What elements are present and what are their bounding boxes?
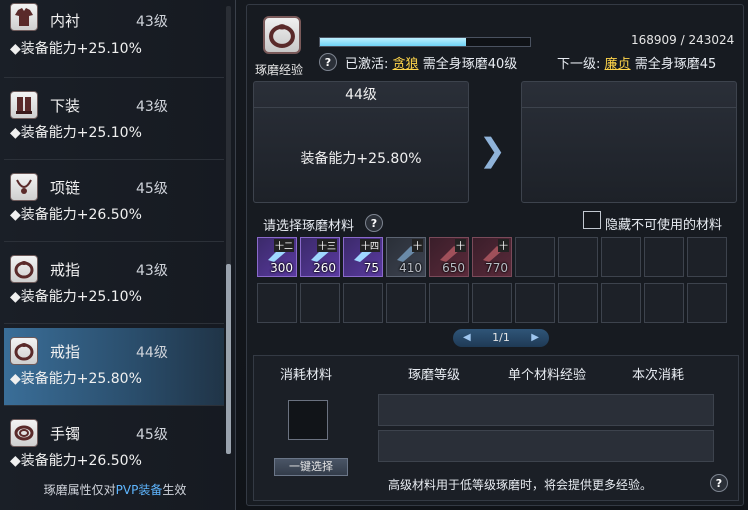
hide-unusable-label: 隐藏不可使用的材料 [605,218,723,233]
equipment-item-ring-1[interactable]: 戒指 43级 ◆装备能力+25.10% [4,246,224,324]
material-pager: ◀ 1/1 ▶ [453,329,549,347]
list-scroll-thumb[interactable] [226,264,231,454]
page-next-icon[interactable]: ▶ [531,329,539,347]
bracelet-icon [10,419,38,447]
consume-slot[interactable] [288,400,328,440]
consume-hint: 高级材料用于低等级琢磨时，将会提供更多经验。 [388,478,653,492]
material-slot-empty[interactable] [515,237,555,277]
material-slot[interactable]: 十三 260 [300,237,340,277]
equipment-name: 戒指 [50,343,81,361]
polish-window: 内衬 43级 ◆装备能力+25.10% 下装 43级 ◆装备能力+25.10% … [0,0,748,510]
help-icon[interactable]: ? [365,214,383,232]
consume-panel: 消耗材料 琢磨等级 单个材料经验 本次消耗 一键选择 高级材料用于低等级琢磨时，… [253,355,739,501]
material-slot[interactable]: 十二 300 [257,237,297,277]
page-prev-icon[interactable]: ◀ [463,329,471,347]
equipment-item-necklace[interactable]: 项链 45级 ◆装备能力+26.50% [4,164,224,242]
material-slot-empty[interactable] [472,283,512,323]
equipment-stat: ◆装备能力+25.80% [10,371,142,387]
material-slot-empty[interactable] [601,237,641,277]
consume-col-material: 消耗材料 [280,368,333,383]
equipment-level: 45级 [136,427,168,443]
next-level-card [521,81,737,203]
equipment-level: 45级 [136,181,168,197]
ring-icon [10,255,38,283]
equipment-name: 内衬 [50,12,81,30]
help-icon[interactable]: ? [710,474,728,492]
material-slot-empty[interactable] [558,283,598,323]
equipment-name: 下装 [50,97,81,115]
equipment-level: 43级 [136,14,168,30]
equipment-name: 手镯 [50,425,81,443]
one-key-select-button[interactable]: 一键选择 [274,458,348,476]
equipment-stat: ◆装备能力+25.10% [10,289,142,305]
equipment-item-pants[interactable]: 下装 43级 ◆装备能力+25.10% [4,82,224,160]
equipment-item-bracelet[interactable]: 手镯 45级 ◆装备能力+26.50% [4,410,224,488]
equipment-name: 戒指 [50,261,81,279]
material-slot[interactable]: 十 650 [429,237,469,277]
current-level-card: 44级 装备能力+25.80% [253,81,469,203]
material-slot-empty[interactable] [257,283,297,323]
pvp-note: 琢磨属性仅对PVP装备生效 [43,483,187,497]
material-slot-empty[interactable] [429,283,469,323]
current-level: 44级 [254,82,468,108]
activated-link[interactable]: 贪狼 [393,57,419,72]
consume-col-exp: 单个材料经验 [508,368,587,383]
ring-icon [10,337,38,365]
ring-icon [263,16,301,54]
equipment-list: 内衬 43级 ◆装备能力+25.10% 下装 43级 ◆装备能力+25.10% … [0,0,236,510]
equipment-stat: ◆装备能力+25.10% [10,41,142,57]
material-slot-empty[interactable] [601,283,641,323]
exp-value: 168909 / 243024 [631,33,735,47]
equipment-stat: ◆装备能力+25.10% [10,125,142,141]
material-slot-empty[interactable] [515,283,555,323]
exp-bar [319,37,531,47]
next-level-info: 下一级: 廉贞 需全身琢磨45 [557,57,717,72]
material-slot-empty[interactable] [386,283,426,323]
next-level-head [522,82,736,108]
help-icon[interactable]: ? [319,53,337,71]
consume-row [378,430,714,462]
material-slot-empty[interactable] [687,283,727,323]
equipment-level: 43级 [136,99,168,115]
chevron-right-icon: ❯ [479,131,506,169]
equipment-stat: ◆装备能力+26.50% [10,207,142,223]
consume-col-level: 琢磨等级 [408,368,461,383]
boots-icon [10,91,38,119]
material-slot-empty[interactable] [558,237,598,277]
material-slot-empty[interactable] [343,283,383,323]
material-slot[interactable]: 十 410 [386,237,426,277]
material-slot[interactable]: 十四 75 [343,237,383,277]
material-label: 请选择琢磨材料 [263,219,355,234]
equipment-stat: ◆装备能力+26.50% [10,453,142,469]
material-slot-empty[interactable] [687,237,727,277]
hide-unusable-checkbox[interactable] [583,211,601,229]
activated-info: 已激活: 贪狼 需全身琢磨40级 [345,57,518,72]
polish-panel: 琢磨经验 168909 / 243024 ? 已激活: 贪狼 需全身琢磨40级 … [246,4,744,506]
consume-row [378,394,714,426]
equipment-item-shirt[interactable]: 内衬 43级 ◆装备能力+25.10% [4,0,224,78]
page-indicator: 1/1 [492,331,510,344]
equipment-item-ring-2[interactable]: 戒指 44级 ◆装备能力+25.80% [4,328,224,406]
equipment-level: 43级 [136,263,168,279]
consume-col-total: 本次消耗 [632,368,685,383]
current-stat: 装备能力+25.80% [300,151,422,167]
equipment-name: 项链 [50,179,81,197]
material-slot-empty[interactable] [644,283,684,323]
shirt-icon [10,3,38,31]
necklace-icon [10,173,38,201]
material-slot-empty[interactable] [644,237,684,277]
exp-caption: 琢磨经验 [255,63,304,77]
material-slot-empty[interactable] [300,283,340,323]
material-slot[interactable]: 十 770 [472,237,512,277]
equipment-level: 44级 [136,345,168,361]
exp-bar-fill [320,38,466,46]
next-level-link[interactable]: 廉贞 [605,57,631,72]
